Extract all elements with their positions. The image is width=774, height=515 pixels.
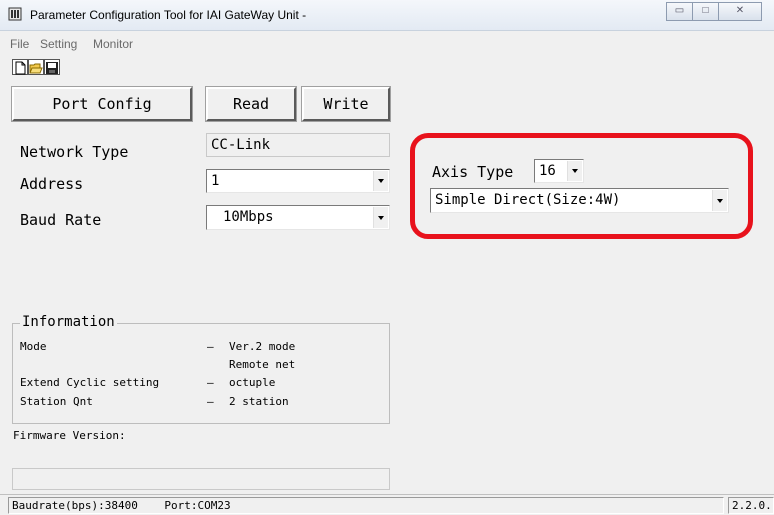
read-button[interactable]: Read bbox=[205, 86, 297, 122]
address-select[interactable]: 1 bbox=[206, 169, 390, 193]
network-type-field: CC-Link bbox=[206, 133, 390, 157]
baud-rate-select[interactable]: 10Mbps bbox=[206, 205, 390, 230]
info-key-mode: Mode bbox=[20, 340, 47, 353]
open-folder-icon bbox=[29, 63, 43, 74]
info-dash: — bbox=[207, 395, 214, 408]
info-value-mode: Ver.2 mode bbox=[229, 340, 296, 353]
address-value: 1 bbox=[211, 173, 220, 189]
maximize-icon: □ bbox=[702, 5, 709, 16]
window-controls: ▭ □ ✕ bbox=[666, 2, 762, 21]
write-button[interactable]: Write bbox=[301, 86, 391, 122]
info-value-station: 2 station bbox=[229, 395, 289, 408]
info-dash: — bbox=[207, 376, 214, 389]
highlight-annotation bbox=[410, 133, 753, 239]
window-title: Parameter Configuration Tool for IAI Gat… bbox=[30, 8, 307, 22]
minimize-icon: ▭ bbox=[674, 5, 685, 16]
address-label: Address bbox=[20, 175, 84, 193]
chevron-down-icon[interactable] bbox=[373, 207, 388, 228]
app-icon bbox=[8, 7, 22, 21]
new-file-button[interactable] bbox=[12, 59, 28, 75]
open-button[interactable] bbox=[28, 59, 44, 75]
maximize-button[interactable]: □ bbox=[692, 2, 719, 21]
status-bar: Baudrate(bps):38400 Port:COM23 2.2.0. bbox=[0, 494, 774, 515]
port-config-button[interactable]: Port Config bbox=[11, 86, 193, 122]
save-button[interactable] bbox=[44, 59, 60, 75]
minimize-button[interactable]: ▭ bbox=[666, 2, 693, 21]
menu-setting[interactable]: Setting bbox=[40, 37, 77, 51]
status-connection: Baudrate(bps):38400 Port:COM23 bbox=[8, 497, 724, 514]
baud-rate-label: Baud Rate bbox=[20, 211, 102, 229]
status-baudrate: Baudrate(bps):38400 bbox=[12, 499, 138, 512]
info-key-station: Station Qnt bbox=[20, 395, 93, 408]
save-disk-icon bbox=[46, 62, 58, 74]
baud-rate-value: 10Mbps bbox=[223, 209, 274, 225]
information-title: Information bbox=[20, 314, 117, 330]
info-value-remote: Remote net bbox=[229, 358, 296, 371]
menu-bar: File Setting Monitor bbox=[0, 36, 774, 54]
status-version: 2.2.0. bbox=[728, 497, 774, 514]
chevron-down-icon[interactable] bbox=[373, 171, 388, 191]
new-file-icon bbox=[15, 61, 26, 75]
app-window: Parameter Configuration Tool for IAI Gat… bbox=[0, 0, 774, 515]
information-group bbox=[12, 323, 390, 424]
firmware-label: Firmware Version: bbox=[13, 429, 126, 442]
menu-file[interactable]: File bbox=[10, 37, 29, 51]
info-key-extend: Extend Cyclic setting bbox=[20, 376, 160, 389]
title-bar: Parameter Configuration Tool for IAI Gat… bbox=[0, 0, 774, 31]
network-type-label: Network Type bbox=[20, 143, 129, 161]
menu-monitor[interactable]: Monitor bbox=[93, 37, 133, 51]
close-icon: ✕ bbox=[735, 5, 745, 16]
info-value-extend: octuple bbox=[229, 376, 276, 389]
status-port: Port:COM23 bbox=[164, 499, 231, 512]
close-button[interactable]: ✕ bbox=[718, 2, 762, 21]
info-dash: — bbox=[207, 340, 214, 353]
firmware-version-field bbox=[12, 468, 390, 490]
